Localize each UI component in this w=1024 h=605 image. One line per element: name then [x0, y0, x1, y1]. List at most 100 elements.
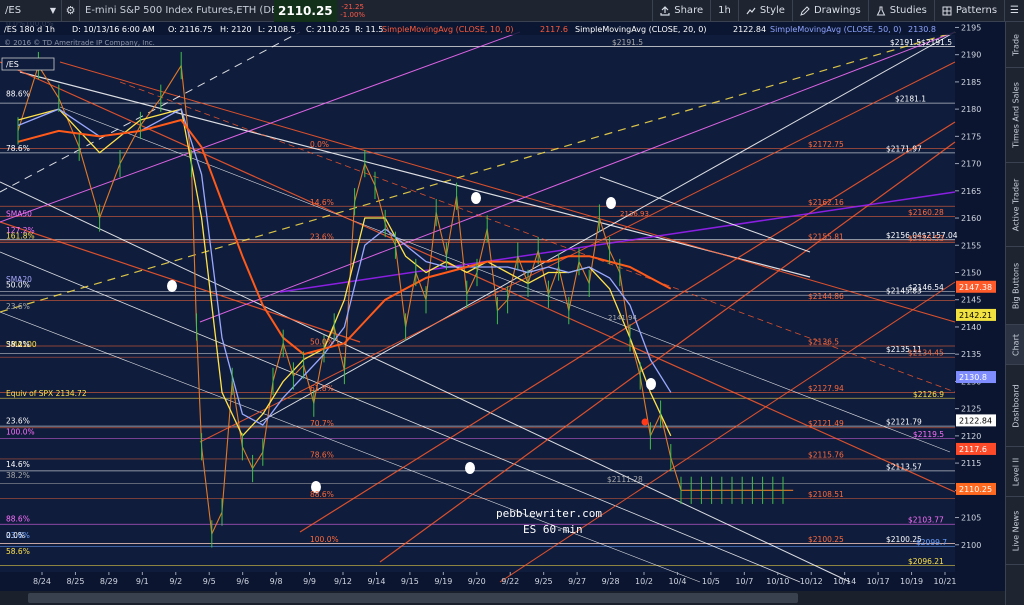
tab-chart[interactable]: Chart — [1006, 325, 1024, 365]
flask-icon — [876, 6, 886, 15]
patterns-button[interactable]: Patterns — [933, 0, 1004, 22]
x-tick-label: 10/5 — [702, 577, 720, 586]
tab-trade[interactable]: Trade — [1006, 22, 1024, 68]
level-label: $2155.81 — [808, 232, 844, 241]
level-label: $2115.76 — [808, 450, 844, 459]
tab-level-ii[interactable]: Level II — [1006, 447, 1024, 497]
y-tick-label: 2170 — [961, 160, 981, 169]
level-label: $2134.45 — [908, 349, 944, 358]
x-tick-label: 9/27 — [568, 577, 586, 586]
fib-label: 78.6% — [310, 450, 334, 459]
tab-big-buttons[interactable]: Big Buttons — [1006, 247, 1024, 325]
chart-header: /ES 180 d 1h D: 10/13/16 6:00 AM O: 2116… — [0, 22, 955, 35]
header-range: R: 11.5 — [355, 25, 383, 34]
price-tag-label: 2117.6 — [959, 445, 987, 454]
left-fib-label: Equiv of SPX 2134.72 — [6, 389, 87, 398]
x-tick-label: 10/17 — [867, 577, 890, 586]
x-tick-label: 9/5 — [203, 577, 216, 586]
study-sma50-label: SimpleMovingAvg (CLOSE, 50, 0) — [770, 25, 901, 34]
study-sma50-value: 2130.8 — [908, 25, 936, 34]
y-tick-label: 2180 — [961, 105, 981, 114]
level-label: $2127.94 — [808, 384, 844, 393]
marker-dot — [465, 462, 475, 474]
marker-dot — [167, 280, 177, 292]
x-tick-label: 9/22 — [501, 577, 519, 586]
x-tick-label: 10/12 — [800, 577, 823, 586]
symbol-selector[interactable]: /ES ▼ — [0, 0, 62, 22]
price-tag-label: 2147.38 — [959, 283, 992, 292]
x-tick-label: 10/14 — [833, 577, 856, 586]
header-high: H: 2120 — [220, 25, 252, 34]
y-tick-label: 2135 — [961, 350, 981, 359]
left-fib-label: 38.2% — [6, 340, 30, 349]
style-button[interactable]: Style — [737, 0, 792, 22]
tab-times-and-sales[interactable]: Times And Sales — [1006, 68, 1024, 163]
level-label: $2181.1 — [895, 95, 926, 104]
annotation-2141-94: 2141.94 — [608, 314, 637, 322]
settings-gear-icon[interactable]: ⚙ — [62, 0, 80, 22]
x-tick-label: 9/6 — [236, 577, 249, 586]
y-tick-label: 2190 — [961, 51, 981, 60]
level-label: $2160.28 — [908, 208, 944, 217]
price-tag-label: 2142.21 — [959, 311, 992, 320]
fib-label: 23.6% — [310, 232, 334, 241]
level-label: $2144.86 — [808, 292, 844, 301]
symbol-tab-label: /ES — [6, 60, 19, 69]
level-label: $2191.5$2191.5 — [890, 38, 952, 47]
level-label: $2172.75 — [808, 140, 844, 149]
copyright-text: © 2016 © TD Ameritrade IP Company, Inc. — [4, 39, 155, 47]
x-tick-label: 9/25 — [535, 577, 553, 586]
left-fib-label: SMA50 — [6, 210, 32, 219]
x-tick-label: 9/9 — [303, 577, 316, 586]
level-label: $2099.7 — [916, 538, 947, 547]
level-label: $2121.49 — [808, 419, 844, 428]
share-icon — [660, 5, 670, 16]
tab-active-trader[interactable]: Active Trader — [1006, 163, 1024, 247]
marker-dot — [641, 418, 649, 426]
y-tick-label: 2185 — [961, 78, 981, 87]
change-percent: -1.00% — [340, 10, 366, 19]
watermark-timeframe: ES 60-min — [523, 523, 583, 536]
y-tick-label: 2155 — [961, 241, 981, 250]
studies-button[interactable]: Studies — [867, 0, 934, 22]
level-label: $2171.97 — [886, 144, 922, 153]
y-tick-label: 2105 — [961, 514, 981, 523]
level-label: $2113.57 — [886, 462, 922, 471]
level-label: $2121.79 — [886, 418, 922, 427]
drawings-label: Drawings — [813, 5, 861, 16]
fib-label: 61.8% — [310, 384, 334, 393]
scrollbar-thumb[interactable] — [28, 593, 798, 603]
price-chart[interactable]: $2191.5 $2191.5$2191.5$2181.1$2172.75 $217… — [0, 22, 1005, 605]
price-change: -21.25 -1.00% — [337, 0, 369, 22]
drawings-button[interactable]: Drawings — [791, 0, 868, 22]
x-tick-label: 10/2 — [635, 577, 653, 586]
share-button[interactable]: Share — [652, 0, 710, 22]
level-label: $2096.21 — [908, 557, 944, 566]
y-tick-label: 2150 — [961, 268, 981, 277]
y-tick-label: 2195 — [961, 23, 981, 32]
change-value: -21.25 — [341, 2, 364, 11]
level-label: $2146.54 — [908, 283, 944, 292]
price-tag-label: 2130.8 — [959, 373, 987, 382]
x-tick-label: 9/28 — [602, 577, 620, 586]
timeframe-button[interactable]: 1h — [710, 0, 738, 22]
x-tick-label: 9/15 — [401, 577, 419, 586]
y-tick-label: 2145 — [961, 296, 981, 305]
x-tick-label: 9/19 — [434, 577, 452, 586]
left-fib-label: 78.6% — [6, 144, 30, 153]
header-close: C: 2110.25 — [306, 25, 350, 34]
left-fib-label: 23.6% — [6, 416, 30, 425]
menu-button[interactable]: ☰ — [1004, 0, 1024, 22]
fib-label: 14.6% — [310, 198, 334, 207]
level-label: $2100.25 — [808, 535, 844, 544]
tab-dashboard[interactable]: Dashboard — [1006, 365, 1024, 447]
fib-label: 0.0% — [310, 140, 329, 149]
price-tag-label: 2122.84 — [959, 416, 992, 425]
x-tick-label: 8/24 — [33, 577, 51, 586]
y-tick-label: 2175 — [961, 132, 981, 141]
fib-label: 100.0% — [310, 535, 339, 544]
pencil-icon — [800, 5, 810, 16]
x-tick-label: 9/1 — [136, 577, 149, 586]
tab-live-news[interactable]: Live News — [1006, 497, 1024, 565]
studies-label: Studies — [889, 5, 927, 16]
